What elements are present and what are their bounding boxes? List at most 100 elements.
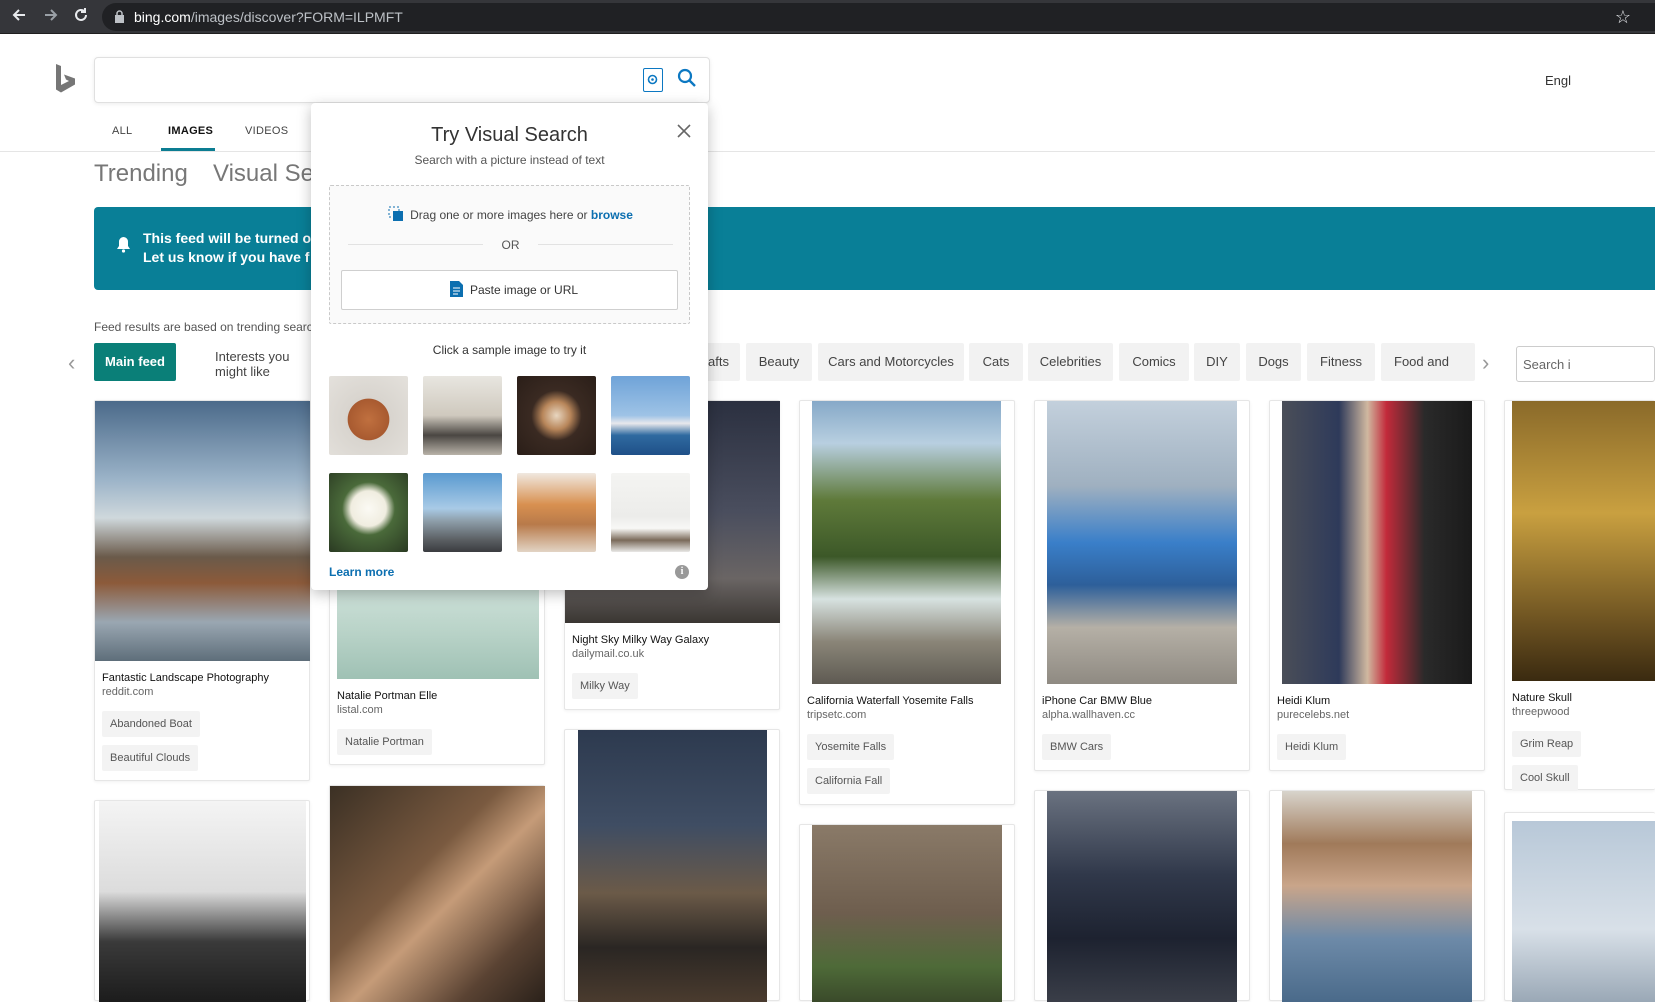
card-tag[interactable]: Natalie Portman: [337, 729, 432, 755]
learn-more-link[interactable]: Learn more: [329, 565, 394, 579]
card-image[interactable]: [1512, 401, 1655, 681]
tab-videos[interactable]: VIDEOS: [245, 125, 288, 137]
sample-image-coffee[interactable]: [517, 376, 596, 455]
card-tag[interactable]: Grim Reap: [1512, 731, 1582, 757]
bing-logo[interactable]: [54, 64, 76, 99]
chip-fitness[interactable]: Fitness: [1307, 343, 1375, 381]
image-card[interactable]: [564, 729, 780, 1002]
image-card[interactable]: Natalie Portman Elle listal.com Natalie …: [329, 560, 545, 765]
card-source[interactable]: alpha.wallhaven.cc: [1042, 709, 1135, 721]
card-source[interactable]: listal.com: [337, 704, 383, 716]
card-image[interactable]: [99, 801, 306, 1002]
card-tag[interactable]: Yosemite Falls: [807, 734, 895, 760]
forward-icon[interactable]: [40, 6, 62, 28]
card-tag[interactable]: Milky Way: [572, 673, 638, 699]
browse-link[interactable]: browse: [591, 208, 633, 222]
address-bar[interactable]: bing.com/images/discover?FORM=ILPMFT ☆: [102, 3, 1655, 31]
card-title[interactable]: Night Sky Milky Way Galaxy: [572, 634, 709, 646]
search-input[interactable]: [94, 57, 710, 103]
card-image[interactable]: [578, 730, 767, 1002]
chip-cats[interactable]: Cats: [969, 343, 1023, 381]
chip-comics[interactable]: Comics: [1119, 343, 1189, 381]
image-drop-zone[interactable]: Drag one or more images here or browse O…: [329, 185, 690, 324]
card-tag[interactable]: Abandoned Boat: [102, 711, 200, 737]
image-card[interactable]: [94, 800, 310, 1002]
camera-icon: [647, 74, 658, 85]
divider: [538, 244, 673, 245]
card-source[interactable]: dailymail.co.uk: [572, 648, 644, 660]
image-card[interactable]: [1504, 812, 1655, 1002]
image-card[interactable]: [799, 824, 1015, 1002]
card-image[interactable]: [1512, 821, 1655, 1002]
sample-image-chair[interactable]: [611, 473, 690, 552]
image-card[interactable]: Fantastic Landscape Photography reddit.c…: [94, 400, 310, 781]
document-icon: [450, 281, 463, 297]
image-card[interactable]: Nature Skull threepwood Grim Reap Cool S…: [1504, 400, 1655, 791]
back-icon[interactable]: [8, 6, 30, 28]
chevron-left-icon[interactable]: ‹: [68, 350, 75, 376]
chip-celebrities[interactable]: Celebrities: [1028, 343, 1113, 381]
tab-all[interactable]: ALL: [112, 125, 132, 137]
chip-main-feed[interactable]: Main feed: [94, 343, 176, 381]
card-title[interactable]: Heidi Klum: [1277, 695, 1330, 707]
card-title[interactable]: Fantastic Landscape Photography: [102, 672, 269, 684]
visual-search-button[interactable]: [643, 68, 663, 92]
chip-cars[interactable]: Cars and Motorcycles: [818, 343, 964, 381]
info-icon[interactable]: i: [675, 565, 689, 579]
sample-image-louvre[interactable]: [423, 473, 502, 552]
chevron-right-icon[interactable]: ›: [1482, 350, 1489, 376]
image-card[interactable]: Heidi Klum purecelebs.net Heidi Klum: [1269, 400, 1485, 771]
sample-image-vase[interactable]: [329, 376, 408, 455]
card-source[interactable]: reddit.com: [102, 686, 153, 698]
subnav-trending[interactable]: Trending: [94, 160, 188, 188]
card-tag[interactable]: Beautiful Clouds: [102, 745, 199, 771]
language-selector[interactable]: Engl: [1545, 73, 1571, 88]
chip-interests[interactable]: Interests you might like: [215, 343, 305, 381]
image-card[interactable]: [329, 785, 545, 1002]
card-title[interactable]: California Waterfall Yosemite Falls: [807, 695, 974, 707]
close-icon[interactable]: [677, 121, 691, 144]
popup-subtitle: Search with a picture instead of text: [414, 153, 605, 167]
card-image[interactable]: [812, 825, 1002, 1002]
chip-diy[interactable]: DIY: [1194, 343, 1240, 381]
image-card[interactable]: California Waterfall Yosemite Falls trip…: [799, 400, 1015, 805]
chip-beauty[interactable]: Beauty: [746, 343, 812, 381]
card-source[interactable]: tripsetc.com: [807, 709, 866, 721]
card-image[interactable]: [1047, 401, 1237, 684]
card-source[interactable]: purecelebs.net: [1277, 709, 1349, 721]
card-image[interactable]: [812, 401, 1001, 684]
card-source[interactable]: threepwood: [1512, 706, 1570, 718]
sample-image-dogs[interactable]: [517, 473, 596, 552]
card-tag[interactable]: Heidi Klum: [1277, 734, 1347, 760]
card-tag[interactable]: Cool Skull: [1512, 765, 1578, 791]
card-tag[interactable]: BMW Cars: [1042, 734, 1112, 760]
card-image[interactable]: [1282, 791, 1472, 1002]
banner-line-2: Let us know if you have f: [143, 249, 310, 265]
drag-images-icon: [388, 206, 404, 221]
card-image[interactable]: [1047, 791, 1237, 1002]
card-image[interactable]: [1282, 401, 1472, 684]
sample-image-rose[interactable]: [329, 473, 408, 552]
card-title[interactable]: iPhone Car BMW Blue: [1042, 695, 1152, 707]
chip-food[interactable]: Food and Drin: [1381, 343, 1475, 381]
card-image[interactable]: [95, 401, 310, 661]
sample-image-opera-house[interactable]: [611, 376, 690, 455]
image-card[interactable]: [1034, 790, 1250, 1002]
card-title[interactable]: Nature Skull: [1512, 692, 1572, 704]
feed-search-input[interactable]: Search i: [1516, 346, 1655, 382]
chip-dogs[interactable]: Dogs: [1246, 343, 1301, 381]
search-button[interactable]: [677, 68, 697, 95]
drag-drop-text: Drag one or more images here or browse: [330, 206, 691, 222]
sample-images-title: Click a sample image to try it: [432, 343, 587, 357]
card-image[interactable]: [330, 786, 545, 1002]
image-card[interactable]: iPhone Car BMW Blue alpha.wallhaven.cc B…: [1034, 400, 1250, 771]
image-card[interactable]: [1269, 790, 1485, 1002]
star-icon[interactable]: ☆: [1615, 7, 1631, 28]
reload-icon[interactable]: [70, 6, 92, 28]
sample-image-dining-room[interactable]: [423, 376, 502, 455]
paste-image-url-button[interactable]: Paste image or URL: [341, 270, 678, 310]
header-divider: [0, 151, 1655, 152]
tab-images[interactable]: IMAGES: [168, 125, 213, 137]
card-tag[interactable]: California Fall: [807, 768, 891, 794]
card-title[interactable]: Natalie Portman Elle: [337, 690, 437, 702]
